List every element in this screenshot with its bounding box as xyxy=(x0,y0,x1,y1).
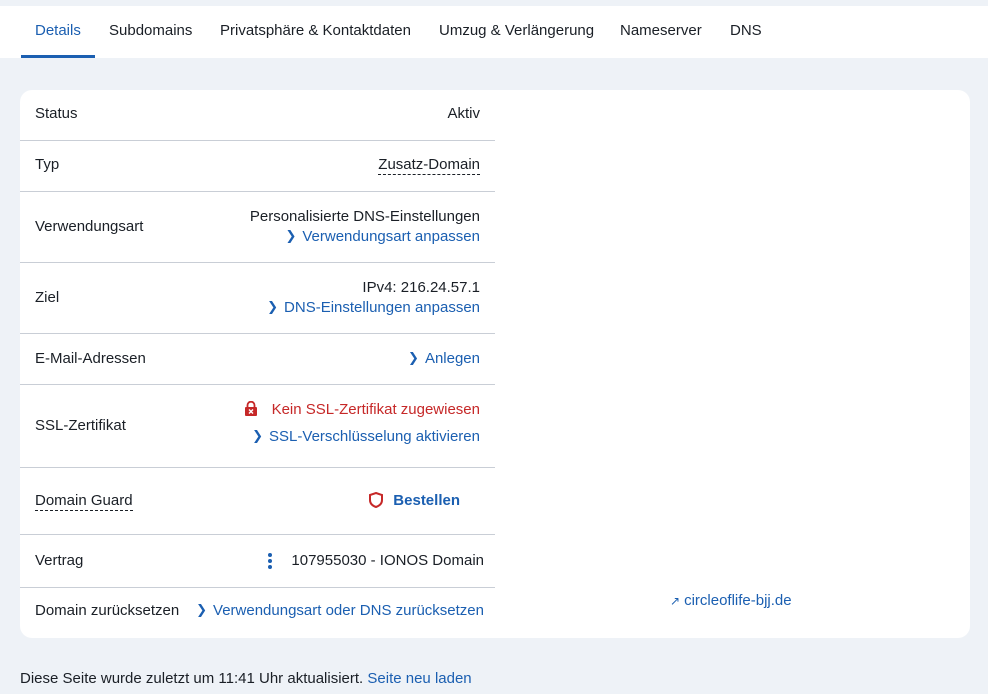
type-value[interactable]: Zusatz-Domain xyxy=(378,156,480,175)
lock-icon xyxy=(244,400,257,416)
row-domain-guard: Domain Guard Bestellen xyxy=(20,468,495,535)
domain-guard-label[interactable]: Domain Guard xyxy=(35,492,133,511)
row-type: Typ Zusatz-Domain xyxy=(20,141,495,192)
reset-usage-dns-label: Verwendungsart oder DNS zurücksetzen xyxy=(213,602,484,619)
row-usage-type: Verwendungsart Personalisierte DNS-Einst… xyxy=(20,192,495,263)
last-updated-text: Diese Seite wurde zuletzt um 11:41 Uhr a… xyxy=(20,670,364,687)
reload-page-link[interactable]: Seite neu laden xyxy=(367,670,471,687)
type-label: Typ xyxy=(35,156,60,173)
reset-usage-dns-link[interactable]: ❯ Verwendungsart oder DNS zurücksetzen xyxy=(196,602,484,619)
row-reset-domain: Domain zurücksetzen ❯ Verwendungsart oder… xyxy=(20,588,495,638)
row-email: E-Mail-Adressen ❯ Anlegen xyxy=(20,334,495,385)
chevron-right-icon: ❯ xyxy=(196,602,208,617)
contract-value: 107955030 - IONOS Domain xyxy=(268,551,484,571)
chevron-right-icon: ❯ xyxy=(408,350,419,365)
create-email-link[interactable]: ❯ Anlegen xyxy=(408,350,480,367)
ssl-status: Kein SSL-Zertifikat zugewiesen xyxy=(244,400,480,418)
usage-type-value: Personalisierte DNS-Einstellungen xyxy=(249,208,480,225)
contract-label: Vertrag xyxy=(35,552,84,569)
order-domain-guard-button[interactable]: Bestellen xyxy=(369,491,460,509)
domain-external-link[interactable]: ↗ circleoflife-bjj.de xyxy=(670,592,792,609)
target-value: IPv4: 216.24.57.1 xyxy=(362,279,480,296)
external-link-icon: ↗ xyxy=(670,594,681,608)
adjust-dns-link[interactable]: ❯ DNS-Einstellungen anpassen xyxy=(267,299,480,316)
tab-subdomains[interactable]: Subdomains xyxy=(95,6,206,58)
tab-details[interactable]: Details xyxy=(21,6,95,58)
tab-nameserver[interactable]: Nameserver xyxy=(606,6,716,58)
usage-type-label: Verwendungsart xyxy=(35,218,144,235)
adjust-dns-label: DNS-Einstellungen anpassen xyxy=(284,299,480,316)
reset-domain-label: Domain zurücksetzen xyxy=(35,602,180,619)
adjust-usage-type-link[interactable]: ❯ Verwendungsart anpassen xyxy=(285,228,480,245)
adjust-usage-type-label: Verwendungsart anpassen xyxy=(302,228,480,245)
last-updated-footer: Diese Seite wurde zuletzt um 11:41 Uhr a… xyxy=(20,670,472,687)
activate-ssl-link[interactable]: ❯ SSL-Verschlüsselung aktivieren xyxy=(252,428,480,445)
tab-privacy-contact[interactable]: Privatsphäre & Kontaktdaten xyxy=(206,6,425,58)
chevron-right-icon: ❯ xyxy=(267,299,279,314)
details-card: Status Aktiv Typ Zusatz-Domain Verwendun… xyxy=(20,90,970,638)
contract-number: 107955030 - IONOS Domain xyxy=(291,551,484,569)
status-label: Status xyxy=(35,105,78,122)
domain-guard-label-text: Domain Guard xyxy=(35,492,133,511)
tab-dns[interactable]: DNS xyxy=(716,6,776,58)
tab-bar: Details Subdomains Privatsphäre & Kontak… xyxy=(0,6,988,58)
ssl-status-text: Kein SSL-Zertifikat zugewiesen xyxy=(271,401,480,418)
kebab-menu-icon[interactable] xyxy=(268,551,273,571)
chevron-right-icon: ❯ xyxy=(285,228,297,243)
activate-ssl-label: SSL-Verschlüsselung aktivieren xyxy=(269,428,480,445)
ssl-label: SSL-Zertifikat xyxy=(35,417,126,434)
target-label: Ziel xyxy=(35,289,60,306)
shield-icon xyxy=(369,491,384,509)
create-email-label: Anlegen xyxy=(424,350,480,367)
order-domain-guard-label: Bestellen xyxy=(393,492,460,509)
email-label: E-Mail-Adressen xyxy=(35,350,146,367)
tab-transfer-renewal[interactable]: Umzug & Verlängerung xyxy=(425,6,608,58)
row-ssl: SSL-Zertifikat Kein SSL-Zertifikat zugew… xyxy=(20,385,495,468)
status-value: Aktiv xyxy=(447,105,480,122)
row-target: Ziel IPv4: 216.24.57.1 ❯ DNS-Einstellunge… xyxy=(20,263,495,334)
chevron-right-icon: ❯ xyxy=(252,428,264,443)
row-status: Status Aktiv xyxy=(20,90,495,141)
domain-link-text: circleoflife-bjj.de xyxy=(684,592,792,609)
row-contract: Vertrag 107955030 - IONOS Domain xyxy=(20,535,495,588)
